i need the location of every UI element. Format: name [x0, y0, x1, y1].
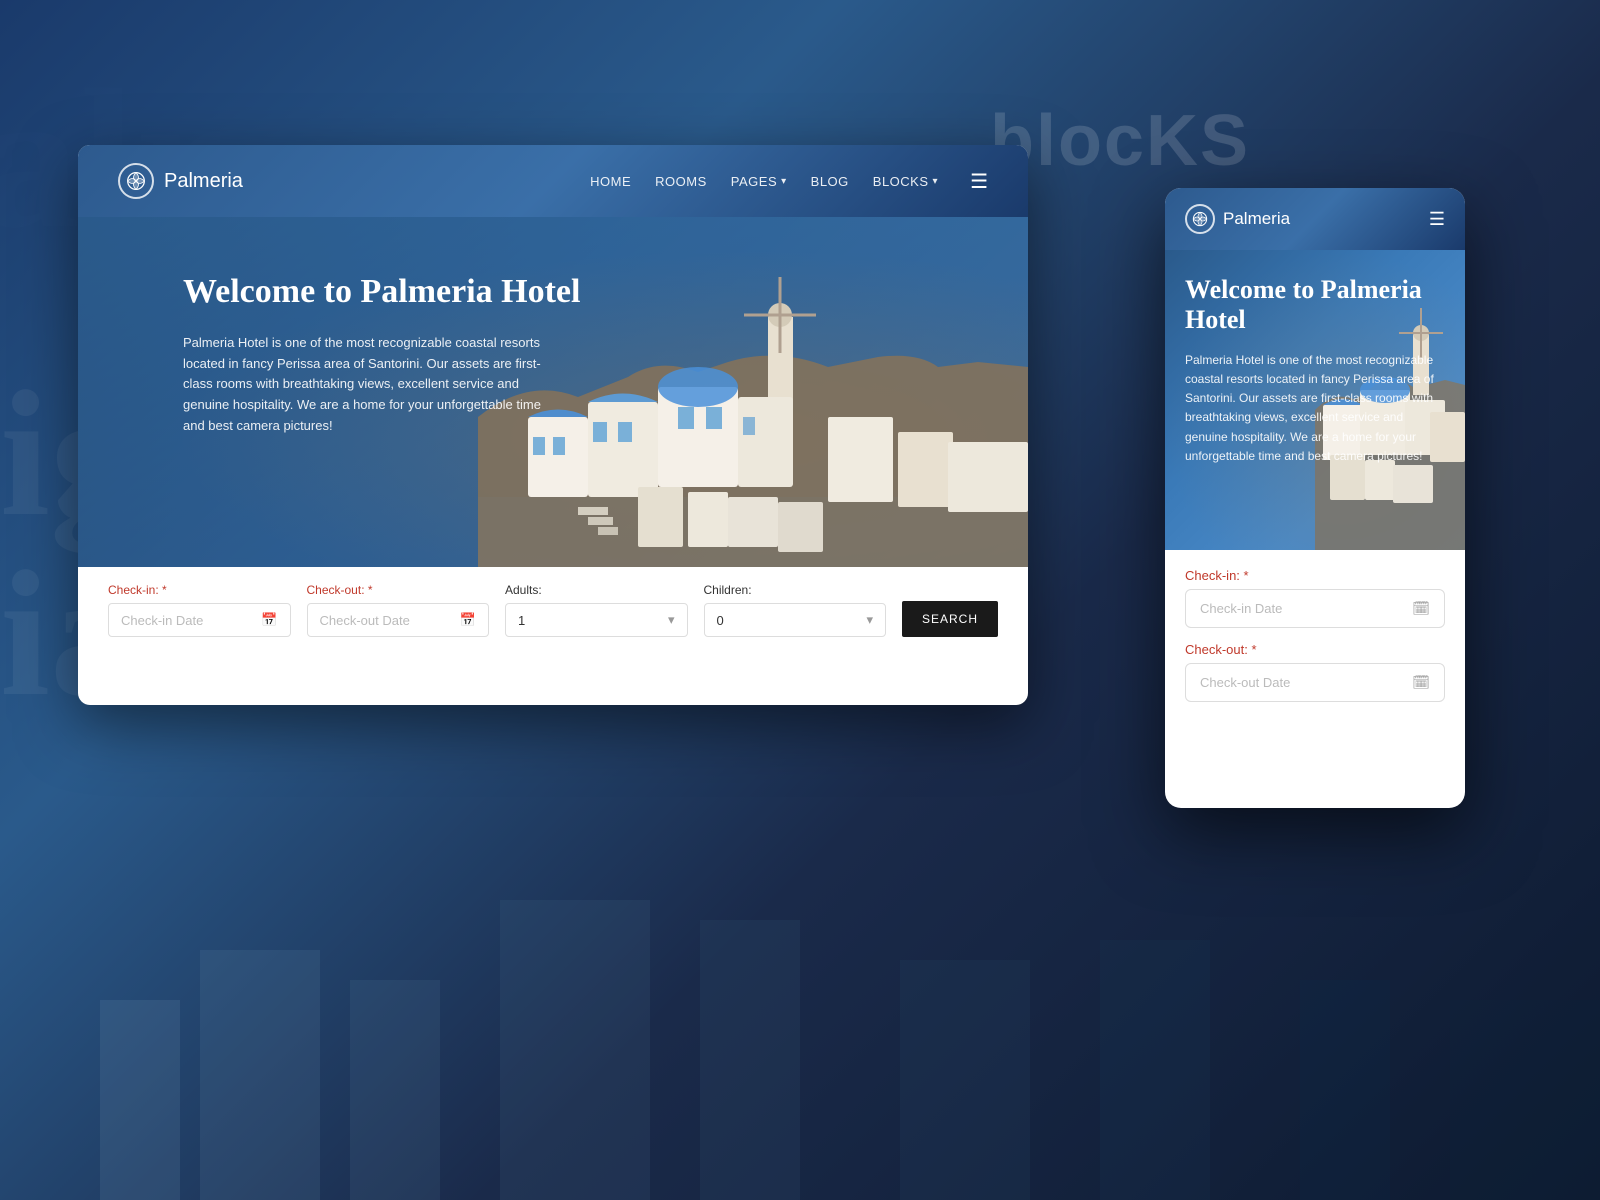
- mobile-hero-description: Palmeria Hotel is one of the most recogn…: [1185, 351, 1445, 466]
- adults-select[interactable]: 1 ▾: [505, 603, 688, 637]
- mobile-window: Palmeria ☰: [1165, 188, 1465, 808]
- children-label: Children:: [704, 583, 887, 597]
- mobile-checkout-input[interactable]: Check-out Date 🗓: [1185, 663, 1445, 702]
- pages-chevron: ▾: [781, 176, 787, 187]
- desktop-logo-area[interactable]: Palmeria: [118, 163, 243, 199]
- mobile-checkin-label: Check-in: *: [1185, 568, 1445, 583]
- desktop-header: Palmeria HOME ROOMS PAGES ▾ BLOG BLOCKS …: [78, 145, 1028, 217]
- mobile-logo-text: Palmeria: [1223, 209, 1290, 229]
- desktop-hero-content: Welcome to Palmeria Hotel Palmeria Hotel…: [183, 272, 580, 437]
- desktop-window: Palmeria HOME ROOMS PAGES ▾ BLOG BLOCKS …: [78, 145, 1028, 705]
- checkin-required: *: [162, 583, 167, 597]
- mobile-hero: Welcome to Palmeria Hotel Palmeria Hotel…: [1165, 250, 1465, 550]
- search-button[interactable]: SEARCH: [902, 601, 998, 637]
- desktop-hamburger[interactable]: ☰: [970, 169, 988, 194]
- adults-label: Adults:: [505, 583, 688, 597]
- mobile-logo-area[interactable]: Palmeria: [1185, 204, 1290, 234]
- children-chevron: ▾: [866, 612, 873, 628]
- checkout-calendar-icon: 📅: [460, 612, 476, 628]
- desktop-logo-icon: [118, 163, 154, 199]
- checkout-field: Check-out: * Check-out Date 📅: [307, 583, 490, 637]
- nav-pages[interactable]: PAGES ▾: [731, 174, 787, 189]
- desktop-booking-form: Check-in: * Check-in Date 📅 Check-out: *…: [78, 567, 1028, 657]
- checkout-input[interactable]: Check-out Date 📅: [307, 603, 490, 637]
- mobile-checkout-label: Check-out: *: [1185, 642, 1445, 657]
- adults-field: Adults: 1 ▾: [505, 583, 688, 637]
- checkout-label: Check-out: *: [307, 583, 490, 597]
- mobile-logo-icon: [1185, 204, 1215, 234]
- mobile-header: Palmeria ☰: [1165, 188, 1465, 250]
- checkin-field: Check-in: * Check-in Date 📅: [108, 583, 291, 637]
- blocks-chevron: ▾: [933, 176, 939, 187]
- nav-blog[interactable]: BLOG: [811, 174, 849, 189]
- mobile-hero-content: Welcome to Palmeria Hotel Palmeria Hotel…: [1185, 275, 1445, 466]
- checkin-input[interactable]: Check-in Date 📅: [108, 603, 291, 637]
- mobile-booking-form: Check-in: * Check-in Date 🗓 Check-out: *…: [1165, 550, 1465, 734]
- mobile-hamburger[interactable]: ☰: [1429, 209, 1445, 230]
- desktop-hero-description: Palmeria Hotel is one of the most recogn…: [183, 333, 563, 437]
- mobile-checkout-calendar-icon: 🗓: [1412, 674, 1430, 691]
- mobile-checkin-required: *: [1244, 568, 1249, 583]
- checkin-calendar-icon: 📅: [261, 612, 277, 628]
- mobile-checkin-input[interactable]: Check-in Date 🗓: [1185, 589, 1445, 628]
- nav-rooms[interactable]: ROOMS: [655, 174, 707, 189]
- adults-chevron: ▾: [668, 612, 675, 628]
- mobile-checkout-required: *: [1252, 642, 1257, 657]
- desktop-logo-text: Palmeria: [164, 170, 243, 193]
- desktop-hero: Welcome to Palmeria Hotel Palmeria Hotel…: [78, 217, 1028, 657]
- desktop-hero-title: Welcome to Palmeria Hotel: [183, 272, 580, 313]
- children-field: Children: 0 ▾: [704, 583, 887, 637]
- mobile-checkout-field: Check-out: * Check-out Date 🗓: [1185, 642, 1445, 702]
- mobile-hero-title: Welcome to Palmeria Hotel: [1185, 275, 1445, 335]
- checkout-required: *: [368, 583, 373, 597]
- bg-blocks-label: blocKS: [990, 100, 1250, 182]
- mobile-checkin-calendar-icon: 🗓: [1412, 600, 1430, 617]
- nav-home[interactable]: HOME: [590, 174, 631, 189]
- checkin-label: Check-in: *: [108, 583, 291, 597]
- mobile-checkin-field: Check-in: * Check-in Date 🗓: [1185, 568, 1445, 628]
- children-select[interactable]: 0 ▾: [704, 603, 887, 637]
- nav-blocks[interactable]: BLOCKS ▾: [873, 174, 938, 189]
- desktop-nav: HOME ROOMS PAGES ▾ BLOG BLOCKS ▾ ☰: [590, 169, 988, 194]
